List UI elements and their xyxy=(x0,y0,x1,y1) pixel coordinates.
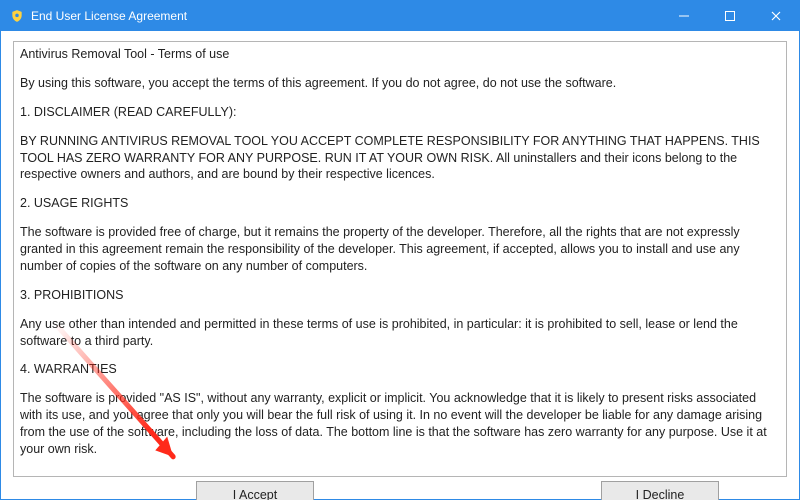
titlebar: End User License Agreement xyxy=(1,1,799,31)
eula-heading: Antivirus Removal Tool - Terms of use xyxy=(20,46,780,63)
eula-intro: By using this software, you accept the t… xyxy=(20,75,780,92)
decline-button[interactable]: I Decline xyxy=(601,481,719,500)
shield-icon xyxy=(9,8,25,24)
eula-text-scroll[interactable]: Antivirus Removal Tool - Terms of use By… xyxy=(14,42,786,476)
maximize-button[interactable] xyxy=(707,1,753,31)
window-title: End User License Agreement xyxy=(31,9,187,23)
eula-sec4-title: 4. WARRANTIES xyxy=(20,361,780,378)
content-area: Antivirus Removal Tool - Terms of use By… xyxy=(1,31,799,481)
minimize-button[interactable] xyxy=(661,1,707,31)
eula-window: End User License Agreement Antivirus Rem… xyxy=(0,0,800,500)
eula-sec3-body: Any use other than intended and permitte… xyxy=(20,316,780,350)
dialog-button-row: I Accept I Decline xyxy=(1,481,799,500)
eula-sec3-title: 3. PROHIBITIONS xyxy=(20,287,780,304)
accept-button[interactable]: I Accept xyxy=(196,481,314,500)
eula-sec1-title: 1. DISCLAIMER (READ CAREFULLY): xyxy=(20,104,780,121)
eula-sec4-body: The software is provided "AS IS", withou… xyxy=(20,390,780,458)
eula-sec2-body: The software is provided free of charge,… xyxy=(20,224,780,275)
eula-panel: Antivirus Removal Tool - Terms of use By… xyxy=(13,41,787,477)
eula-sec2-title: 2. USAGE RIGHTS xyxy=(20,195,780,212)
close-button[interactable] xyxy=(753,1,799,31)
eula-sec1-body: BY RUNNING ANTIVIRUS REMOVAL TOOL YOU AC… xyxy=(20,133,780,184)
